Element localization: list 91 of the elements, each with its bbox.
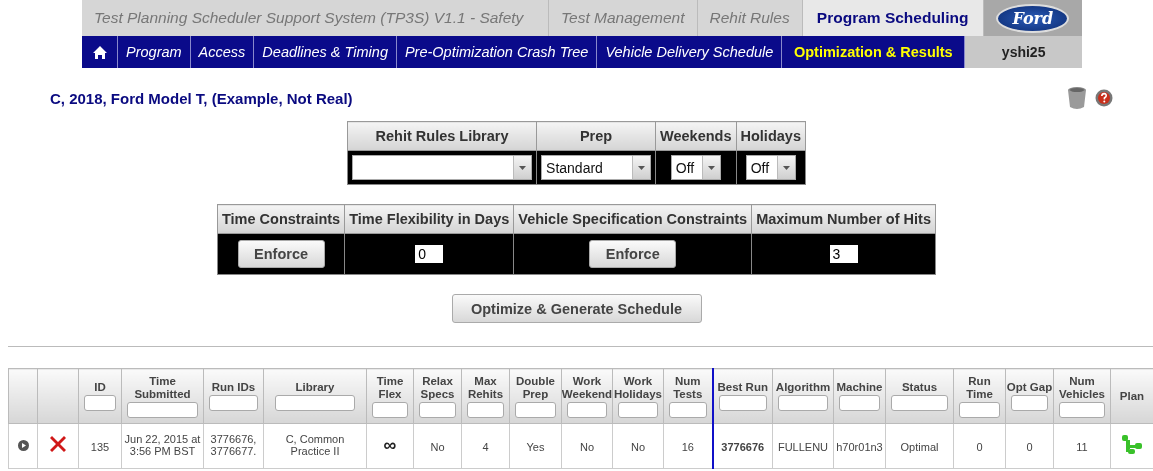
enforce-button[interactable]: Enforce [237,240,325,268]
column-header: Rehit Rules Library [347,121,537,151]
filter-field[interactable] [1011,395,1048,411]
table-cell: 16 [681,441,694,453]
column-header: Holidays [736,121,806,151]
input-field[interactable]: 0 [415,245,444,263]
table-cell: 4 [482,441,489,453]
help-icon[interactable] [1095,89,1113,107]
column-header: Max Rehits [466,374,505,401]
filter-field[interactable] [567,401,607,418]
column-header: Run Time [965,374,994,401]
table-cell: No [579,441,595,453]
table-cell: No [630,441,646,453]
table-cell: 0 [976,441,983,453]
column-header: Algorithm [775,381,831,394]
filter-field[interactable] [669,401,707,418]
column-header: Status [901,381,938,394]
table-cell: 0 [1026,441,1033,453]
table-cell: h70r01n3 [836,441,883,453]
ford-logo: Ford [996,3,1070,33]
home-icon [91,44,108,60]
column-header: Library [295,381,335,394]
dropdown[interactable]: Off [745,155,796,180]
input-field[interactable]: 3 [829,245,858,263]
caret-icon [782,165,790,170]
column-header: Plan [1119,389,1145,403]
enforce-button[interactable]: Enforce [589,240,677,268]
table-cell: Yes [526,441,545,453]
column-header: Vehicle Specification Constraints [513,204,752,234]
top-tab[interactable]: Program Scheduling [802,0,984,36]
filter-field[interactable] [778,395,828,411]
filter-field[interactable] [515,401,556,418]
infinity-symbol: ∞ [383,439,397,451]
table-cell: Jun 22, 2015 at 3:56 PM BST [123,433,202,457]
column-header: Double Prep [515,374,556,401]
column-header: Opt Gap [1006,381,1053,394]
filter-field[interactable] [372,401,408,418]
dropdown[interactable]: Off [670,155,721,180]
column-header: Work Weekend [562,374,612,401]
nav-tab[interactable]: Program [118,36,191,68]
table-cell: No [430,441,445,453]
filter-field[interactable] [467,401,504,418]
column-header: ID [94,381,106,394]
filter-field[interactable] [275,395,355,411]
column-header: Machine [836,381,883,394]
column-header: Maximum Number of Hits [751,204,936,234]
dropdown[interactable]: Standard [541,155,652,180]
column-header: Time Flex [375,374,405,401]
column-header: Time Submitted [133,374,192,401]
nav-tab[interactable]: Deadlines & Timing [254,36,397,68]
optimize-button[interactable]: Optimize & Generate Schedule [451,294,702,323]
hierarchy-icon[interactable] [1121,434,1143,454]
column-header: Time Flexibility in Days [344,204,514,234]
column-header: Num Tests [672,374,704,401]
page-title: C, 2018, Ford Model T, (Example, Not Real) [50,89,353,107]
nav-tab[interactable]: Vehicle Delivery Schedule [597,36,783,68]
user-name: yshi25 [965,36,1082,68]
filter-field[interactable] [84,395,116,411]
column-header: Prep [536,121,656,151]
table-cell: 135 [90,441,110,453]
filter-field[interactable] [839,395,880,411]
expand-icon[interactable] [17,440,29,451]
caret-icon [638,165,646,170]
table-cell-text: C, Common Practice II [284,433,346,457]
table-cell-text: 3776676, 3776677. [209,433,258,457]
column-header: Time Constraints [217,204,345,234]
nav-tab[interactable]: Access [190,36,255,68]
nav-tab[interactable]: Pre-Optimization Crash Tree [396,36,598,68]
filter-field[interactable] [1059,401,1105,418]
filter-field[interactable] [891,395,948,411]
column-header: Best Run [717,381,768,394]
filter-field[interactable] [618,401,658,418]
table-cell: FULLENU [777,441,829,453]
table-cell: 3776676 [721,441,765,453]
column-header: Work Holidays [613,374,663,401]
table-cell: Optimal [900,441,939,453]
dropdown[interactable] [352,155,533,180]
table-cell: 11 [1076,441,1088,453]
filter-field[interactable] [419,401,456,418]
column-header: Relax Specs [419,374,456,401]
filter-field[interactable] [127,401,198,418]
filter-field[interactable] [209,395,258,411]
column-header: Weekends [655,121,736,151]
filter-field[interactable] [718,395,767,411]
delete-icon[interactable] [48,434,68,454]
caret-icon [519,165,527,170]
trash-can-icon[interactable] [1067,86,1087,110]
caret-icon [707,165,715,170]
column-header: Num Vehicles [1057,374,1106,401]
column-header: Run IDs [211,381,256,394]
filter-field[interactable] [959,401,1000,418]
